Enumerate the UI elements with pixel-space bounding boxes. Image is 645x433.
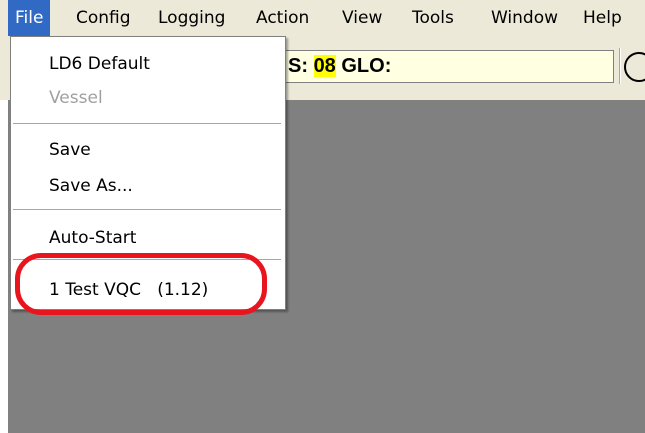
menu-file[interactable]: File <box>8 0 51 36</box>
menu-bar: File Config Logging Action View Tools Wi… <box>0 0 645 36</box>
status-value: 08 <box>313 55 336 77</box>
menu-separator <box>13 123 281 125</box>
clock-icon[interactable] <box>624 52 645 82</box>
menu-item-ld6-default[interactable]: LD6 Default <box>11 49 285 79</box>
menu-window[interactable]: Window <box>484 0 565 36</box>
status-suffix: GLO: <box>341 55 392 77</box>
status-prefix: S: <box>288 55 308 77</box>
toolbar-separator <box>619 48 621 84</box>
menu-tools[interactable]: Tools <box>405 0 461 36</box>
menu-item-auto-start[interactable]: Auto-Start <box>11 223 285 253</box>
status-readout: S: 08 GLO: <box>288 50 391 83</box>
highlight-annotation <box>15 253 267 315</box>
menu-item-save-as[interactable]: Save As... <box>11 171 285 201</box>
menu-action[interactable]: Action <box>249 0 316 36</box>
menu-config[interactable]: Config <box>69 0 138 36</box>
menu-help[interactable]: Help <box>576 0 629 36</box>
workspace-edge <box>0 100 8 433</box>
menu-view[interactable]: View <box>335 0 389 36</box>
menu-separator <box>13 209 281 211</box>
menu-item-save[interactable]: Save <box>11 135 285 165</box>
menu-logging[interactable]: Logging <box>151 0 232 36</box>
menu-item-vessel: Vessel <box>49 88 103 108</box>
